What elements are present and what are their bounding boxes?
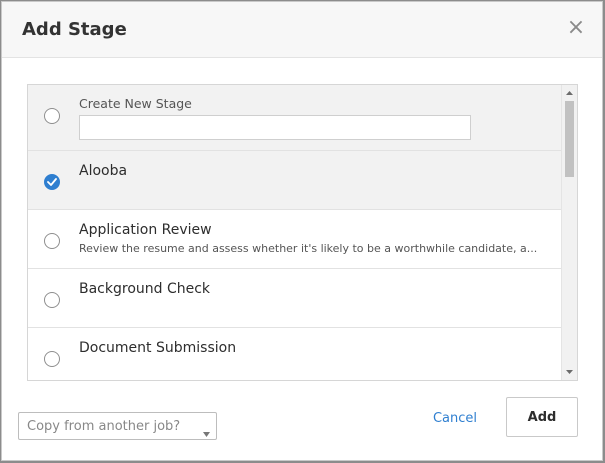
stage-name: Application Review [79, 222, 212, 238]
close-icon[interactable]: × [566, 16, 586, 40]
stage-list-panel: Create New Stage Alooba Application Revi… [27, 84, 578, 381]
radio-button[interactable] [44, 108, 60, 124]
stage-name: Background Check [79, 281, 211, 297]
scroll-thumb[interactable] [565, 101, 574, 177]
caret-down-icon [203, 422, 210, 441]
add-button[interactable]: Add [506, 397, 578, 437]
new-stage-name-input[interactable] [79, 115, 471, 140]
scroll-down-arrow-icon[interactable] [562, 365, 577, 379]
radio-checked-icon[interactable] [44, 174, 60, 190]
dialog-title: Add Stage [22, 19, 127, 40]
create-new-stage-option[interactable]: Create New Stage [28, 85, 562, 151]
stage-option-document-submission[interactable]: Document Submission [28, 328, 562, 380]
dialog-header: Add Stage × [2, 2, 602, 58]
create-new-stage-label: Create New Stage [79, 96, 192, 111]
radio-button[interactable] [44, 292, 60, 308]
stage-list-scrollbar[interactable] [561, 85, 577, 380]
stage-description: Review the resume and assess whether it'… [79, 242, 538, 255]
stage-option-application-review[interactable]: Application Review Review the resume and… [28, 210, 562, 269]
stage-list: Create New Stage Alooba Application Revi… [28, 85, 562, 380]
scroll-up-arrow-icon[interactable] [562, 86, 577, 100]
stage-name: Document Submission [79, 340, 237, 356]
radio-button[interactable] [44, 233, 60, 249]
add-stage-dialog: Add Stage × Create New Stage Alooba Appl… [1, 1, 603, 461]
cancel-button[interactable]: Cancel [422, 407, 488, 429]
stage-name: Alooba [79, 163, 128, 179]
copy-from-job-select[interactable]: Copy from another job? [18, 412, 217, 440]
copy-from-job-selected-value: Copy from another job? [27, 419, 181, 434]
stage-option-alooba[interactable]: Alooba [28, 151, 562, 210]
radio-button[interactable] [44, 351, 60, 367]
stage-option-background-check[interactable]: Background Check [28, 269, 562, 328]
